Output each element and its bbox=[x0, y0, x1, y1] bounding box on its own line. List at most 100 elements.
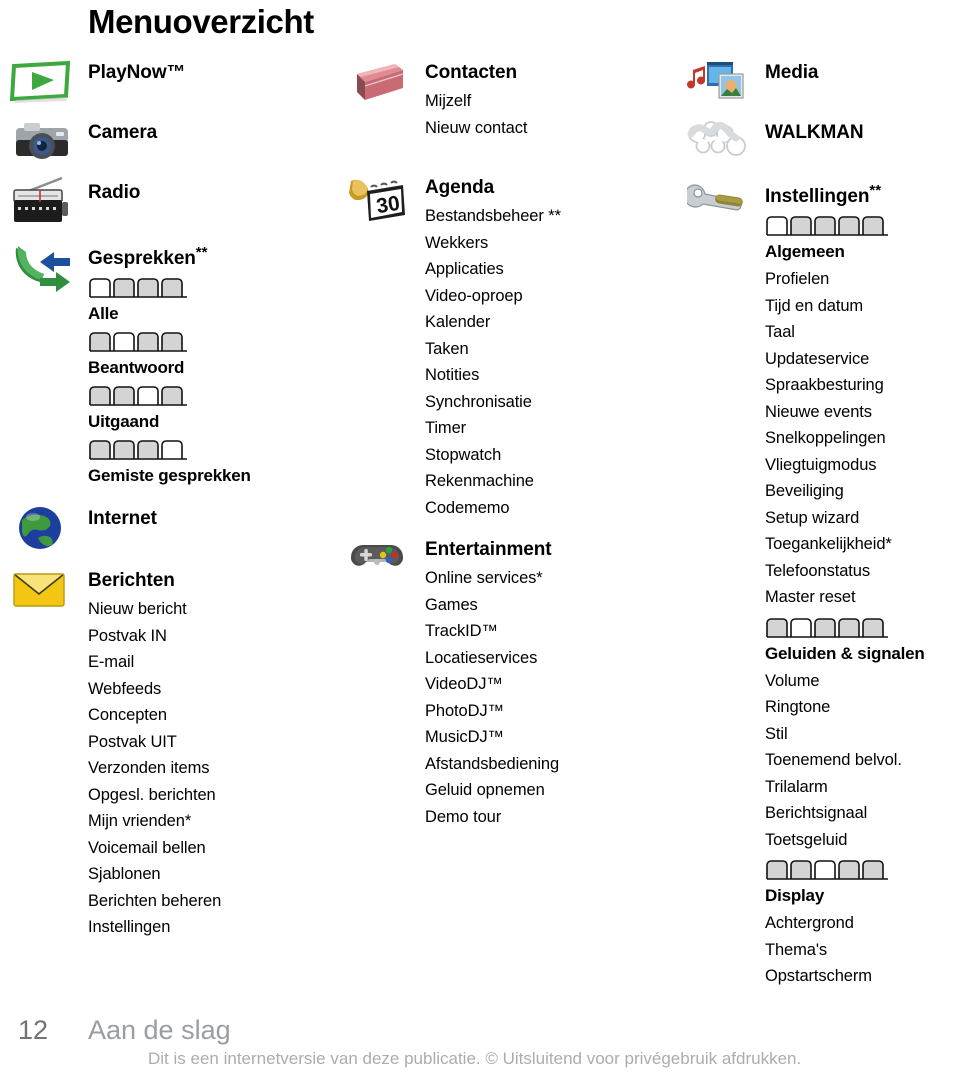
tabstrip-uitgaand[interactable] bbox=[88, 385, 338, 407]
menu-group-berichten: Berichten Nieuw bericht Postvak IN E-mai… bbox=[8, 566, 338, 941]
menu-item[interactable]: Vliegtuigmodus bbox=[765, 452, 960, 479]
menu-heading[interactable]: Media bbox=[765, 58, 960, 88]
menu-item[interactable]: MusicDJ™ bbox=[425, 724, 675, 751]
menu-item[interactable]: Kalender bbox=[425, 309, 675, 336]
settings-wrench-icon bbox=[687, 180, 749, 220]
menu-item[interactable]: Profielen bbox=[765, 266, 960, 293]
tabstrip-gemiste-gesprekken[interactable] bbox=[88, 439, 338, 461]
menu-item[interactable]: Achtergrond bbox=[765, 910, 960, 937]
menu-item[interactable]: E-mail bbox=[88, 649, 338, 676]
menu-item[interactable]: Concepten bbox=[88, 702, 338, 729]
menu-item[interactable]: Instellingen bbox=[88, 914, 338, 941]
menu-group-instellingen: Instellingen** Algemeen Profielen Tijd e… bbox=[685, 176, 960, 990]
menu-entries: WALKMAN bbox=[765, 118, 960, 148]
menu-item[interactable]: Video-oproep bbox=[425, 283, 675, 310]
internet-globe-icon bbox=[16, 504, 64, 552]
menu-item[interactable]: Toenemend belvol. bbox=[765, 747, 960, 774]
menu-item[interactable]: Tijd en datum bbox=[765, 293, 960, 320]
menu-item[interactable]: Spraakbesturing bbox=[765, 372, 960, 399]
tabstrip-geluiden-signalen[interactable] bbox=[765, 617, 960, 639]
menu-item[interactable]: Timer bbox=[425, 415, 675, 442]
menu-item[interactable]: Postvak UIT bbox=[88, 729, 338, 756]
menu-item[interactable]: Postvak IN bbox=[88, 623, 338, 650]
menu-item[interactable]: Opstartscherm bbox=[765, 963, 960, 990]
menu-item[interactable]: Locatieservices bbox=[425, 645, 675, 672]
menu-item[interactable]: TrackID™ bbox=[425, 618, 675, 645]
menu-item[interactable]: Mijzelf bbox=[425, 88, 675, 115]
menu-item[interactable]: Taal bbox=[765, 319, 960, 346]
menu-item[interactable]: Master reset bbox=[765, 584, 960, 611]
tab-label-display: Display bbox=[765, 886, 825, 905]
menu-item[interactable]: Ringtone bbox=[765, 694, 960, 721]
menu-heading[interactable]: Berichten bbox=[88, 566, 338, 596]
menu-item[interactable]: Synchronisatie bbox=[425, 389, 675, 416]
menu-item[interactable]: Geluid opnemen bbox=[425, 777, 675, 804]
menu-entries: Internet bbox=[88, 504, 338, 534]
menu-item[interactable]: Taken bbox=[425, 336, 675, 363]
menu-item[interactable]: Toegankelijkheid* bbox=[765, 531, 960, 558]
menu-heading[interactable]: Entertainment bbox=[425, 535, 675, 565]
menu-item[interactable]: Nieuw bericht bbox=[88, 596, 338, 623]
menu-heading[interactable]: Agenda bbox=[425, 173, 675, 203]
menu-heading[interactable]: Camera bbox=[88, 118, 338, 148]
menu-item[interactable]: PhotoDJ™ bbox=[425, 698, 675, 725]
menu-item[interactable]: Updateservice bbox=[765, 346, 960, 373]
menu-heading[interactable]: PlayNow™ bbox=[88, 58, 338, 88]
menu-item[interactable]: Online services* bbox=[425, 565, 675, 592]
menu-group-agenda: 30 Agenda Bestandsbeheer ** Wekkers Appl… bbox=[345, 173, 675, 535]
menu-entries: Contacten Mijzelf Nieuw contact bbox=[425, 58, 675, 141]
messaging-envelope-icon bbox=[12, 570, 68, 610]
menu-item[interactable]: Verzonden items bbox=[88, 755, 338, 782]
menu-item[interactable]: Berichten beheren bbox=[88, 888, 338, 915]
menu-item[interactable]: Snelkoppelingen bbox=[765, 425, 960, 452]
column-right: Media WALKMAN Instellingen** Algemeen Pr… bbox=[685, 58, 960, 990]
menu-item[interactable]: Volume bbox=[765, 668, 960, 695]
menu-group-radio: Radio bbox=[8, 176, 338, 238]
menu-item[interactable]: Stil bbox=[765, 721, 960, 748]
menu-entries: PlayNow™ bbox=[88, 58, 338, 88]
menu-item[interactable]: Rekenmachine bbox=[425, 468, 675, 495]
tabstrip-beantwoord[interactable] bbox=[88, 331, 338, 353]
menu-item[interactable]: Thema's bbox=[765, 937, 960, 964]
menu-item[interactable]: Notities bbox=[425, 362, 675, 389]
menu-heading[interactable]: Gesprekken** bbox=[88, 238, 338, 274]
menu-item[interactable]: Afstandsbediening bbox=[425, 751, 675, 778]
menu-item[interactable]: Wekkers bbox=[425, 230, 675, 257]
menu-item[interactable]: Opgesl. berichten bbox=[88, 782, 338, 809]
menu-entries: Entertainment Online services* Games Tra… bbox=[425, 535, 675, 830]
menu-item[interactable]: Webfeeds bbox=[88, 676, 338, 703]
tabstrip-alle[interactable] bbox=[88, 277, 338, 299]
menu-item[interactable]: Nieuw contact bbox=[425, 115, 675, 142]
menu-entries: Radio bbox=[88, 178, 338, 208]
menu-item[interactable]: Applicaties bbox=[425, 256, 675, 283]
menu-item[interactable]: VideoDJ™ bbox=[425, 671, 675, 698]
menu-item[interactable]: Berichtsignaal bbox=[765, 800, 960, 827]
menu-item[interactable]: Beveiliging bbox=[765, 478, 960, 505]
menu-item[interactable]: Toetsgeluid bbox=[765, 827, 960, 854]
contacts-book-icon bbox=[351, 62, 407, 106]
menu-item[interactable]: Setup wizard bbox=[765, 505, 960, 532]
menu-item[interactable]: Nieuwe events bbox=[765, 399, 960, 426]
menu-item[interactable]: Sjablonen bbox=[88, 861, 338, 888]
menu-group-calls: Gesprekken** Alle Beantwoord Uitgaand Ge… bbox=[8, 238, 338, 490]
calls-icon bbox=[10, 242, 76, 296]
menu-item[interactable]: Trilalarm bbox=[765, 774, 960, 801]
column-left: PlayNow™ Camera Radio Gesprekken** Alle … bbox=[8, 58, 338, 941]
menu-item[interactable]: Voicemail bellen bbox=[88, 835, 338, 862]
menu-heading[interactable]: Instellingen** bbox=[765, 176, 960, 212]
menu-item[interactable]: Mijn vrienden* bbox=[88, 808, 338, 835]
menu-group-playnow: PlayNow™ bbox=[8, 58, 338, 118]
menu-heading[interactable]: Internet bbox=[88, 504, 338, 534]
menu-item[interactable]: Demo tour bbox=[425, 804, 675, 831]
radio-icon bbox=[10, 176, 72, 228]
tabstrip-algemeen[interactable] bbox=[765, 215, 960, 237]
menu-item[interactable]: Telefoonstatus bbox=[765, 558, 960, 585]
menu-item[interactable]: Stopwatch bbox=[425, 442, 675, 469]
menu-item[interactable]: Bestandsbeheer ** bbox=[425, 203, 675, 230]
tabstrip-display[interactable] bbox=[765, 859, 960, 881]
menu-item[interactable]: Games bbox=[425, 592, 675, 619]
menu-item[interactable]: Codememo bbox=[425, 495, 675, 522]
menu-heading[interactable]: Contacten bbox=[425, 58, 675, 88]
menu-heading[interactable]: Radio bbox=[88, 178, 338, 208]
menu-heading[interactable]: WALKMAN bbox=[765, 118, 960, 148]
